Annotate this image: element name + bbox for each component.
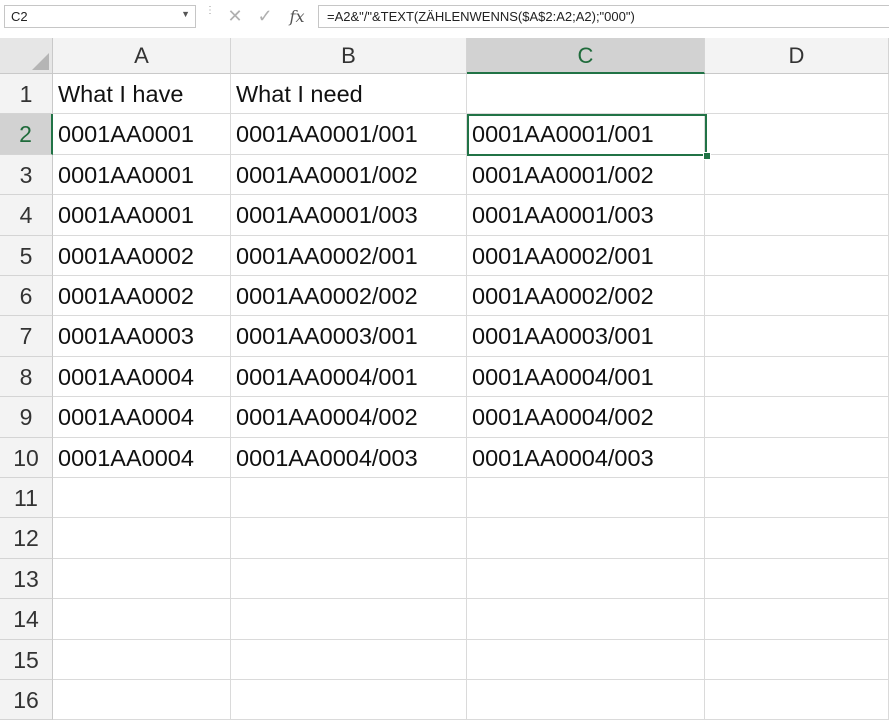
cell-c2[interactable]: 0001AA0001/001 <box>467 114 705 155</box>
cell-c10[interactable]: 0001AA0004/003 <box>467 437 705 478</box>
cell-a15[interactable] <box>53 639 231 680</box>
cell-c6[interactable]: 0001AA0002/002 <box>467 276 705 317</box>
close-icon[interactable]: ✕ <box>224 5 246 28</box>
cell-b2[interactable]: 0001AA0001/001 <box>231 114 467 155</box>
cell-a6[interactable]: 0001AA0002 <box>53 276 231 317</box>
cell-c3[interactable]: 0001AA0001/002 <box>467 154 705 196</box>
row-header-10[interactable]: 10 <box>0 437 53 478</box>
cell-a12[interactable] <box>53 518 231 559</box>
cell-d13[interactable] <box>705 558 889 600</box>
row-header-1[interactable]: 1 <box>0 74 53 115</box>
cell-a5[interactable]: 0001AA0002 <box>53 235 231 276</box>
cell-a13[interactable] <box>53 558 231 600</box>
cell-a9[interactable]: 0001AA0004 <box>53 397 231 438</box>
row-header-6[interactable]: 6 <box>0 276 53 317</box>
row-header-13[interactable]: 13 <box>0 558 53 600</box>
cell-d5[interactable] <box>705 235 889 276</box>
cell-c5[interactable]: 0001AA0002/001 <box>467 235 705 276</box>
cell-d7[interactable] <box>705 316 889 357</box>
cell-d2[interactable] <box>705 114 889 155</box>
cell-c16[interactable] <box>467 680 705 721</box>
cell-b12[interactable] <box>231 518 467 559</box>
cell-d12[interactable] <box>705 518 889 559</box>
cell-c15[interactable] <box>467 639 705 680</box>
cell-b16[interactable] <box>231 680 467 721</box>
cell-b6[interactable]: 0001AA0002/002 <box>231 276 467 317</box>
cell-d9[interactable] <box>705 397 889 438</box>
cell-b4[interactable]: 0001AA0001/003 <box>231 195 467 236</box>
column-header-b[interactable]: B <box>231 38 467 74</box>
formula-bar-buttons: ✕ ✓ fx <box>220 5 314 28</box>
row-header-16[interactable]: 16 <box>0 680 53 721</box>
cell-b7[interactable]: 0001AA0003/001 <box>231 316 467 357</box>
cell-b8[interactable]: 0001AA0004/001 <box>231 356 467 398</box>
fx-icon[interactable]: fx <box>286 5 308 28</box>
cell-b13[interactable] <box>231 558 467 600</box>
cell-d6[interactable] <box>705 276 889 317</box>
cell-a14[interactable] <box>53 599 231 640</box>
cell-c4[interactable]: 0001AA0001/003 <box>467 195 705 236</box>
row-header-3[interactable]: 3 <box>0 154 53 196</box>
cell-a16[interactable] <box>53 680 231 721</box>
row-header-9[interactable]: 9 <box>0 397 53 438</box>
row-header-5[interactable]: 5 <box>0 235 53 276</box>
cell-d4[interactable] <box>705 195 889 236</box>
name-box-value: C2 <box>11 9 28 24</box>
cell-d14[interactable] <box>705 599 889 640</box>
cell-b15[interactable] <box>231 639 467 680</box>
column-header-a[interactable]: A <box>53 38 231 74</box>
cell-b10[interactable]: 0001AA0004/003 <box>231 437 467 478</box>
cell-c11[interactable] <box>467 478 705 519</box>
cell-d10[interactable] <box>705 437 889 478</box>
cell-d11[interactable] <box>705 478 889 519</box>
cell-a11[interactable] <box>53 478 231 519</box>
cell-b11[interactable] <box>231 478 467 519</box>
row-header-11[interactable]: 11 <box>0 478 53 519</box>
row-header-12[interactable]: 12 <box>0 518 53 559</box>
cell-d16[interactable] <box>705 680 889 721</box>
formula-input[interactable]: =A2&"/"&TEXT(ZÄHLENWENNS($A$2:A2;A2);"00… <box>318 5 889 28</box>
cell-c14[interactable] <box>467 599 705 640</box>
cell-c9[interactable]: 0001AA0004/002 <box>467 397 705 438</box>
cell-b3[interactable]: 0001AA0001/002 <box>231 154 467 196</box>
cell-d1[interactable] <box>705 74 889 115</box>
cell-a4[interactable]: 0001AA0001 <box>53 195 231 236</box>
column-header-c[interactable]: C <box>467 38 705 74</box>
cell-d15[interactable] <box>705 639 889 680</box>
check-icon[interactable]: ✓ <box>254 5 276 28</box>
spreadsheet-grid: ABCD 1 What I have What I need 2 0001AA0001 0… <box>0 38 889 727</box>
cell-b9[interactable]: 0001AA0004/002 <box>231 397 467 438</box>
formula-bar-grip-icon[interactable]: ⋮ <box>205 6 215 26</box>
cell-a10[interactable]: 0001AA0004 <box>53 437 231 478</box>
fill-handle[interactable] <box>703 152 711 160</box>
cell-c7[interactable]: 0001AA0003/001 <box>467 316 705 357</box>
cell-d3[interactable] <box>705 154 889 196</box>
cell-b14[interactable] <box>231 599 467 640</box>
name-box[interactable]: C2 ▼ <box>4 5 196 28</box>
row-header-7[interactable]: 7 <box>0 316 53 357</box>
cell-d8[interactable] <box>705 356 889 398</box>
cell-a8[interactable]: 0001AA0004 <box>53 356 231 398</box>
column-header-d[interactable]: D <box>705 38 889 74</box>
row-header-4[interactable]: 4 <box>0 195 53 236</box>
row-header-2[interactable]: 2 <box>0 114 53 155</box>
row-header-15[interactable]: 15 <box>0 639 53 680</box>
cell-a1[interactable]: What I have <box>53 74 231 115</box>
cell-c12[interactable] <box>467 518 705 559</box>
cell-b5[interactable]: 0001AA0002/001 <box>231 235 467 276</box>
cell-c1[interactable] <box>467 74 705 115</box>
row-header-14[interactable]: 14 <box>0 599 53 640</box>
formula-bar: C2 ▼ ⋮ ✕ ✓ fx =A2&"/"&TEXT(ZÄHLENWENNS($… <box>0 0 889 39</box>
cell-a7[interactable]: 0001AA0003 <box>53 316 231 357</box>
cell-c13[interactable] <box>467 558 705 600</box>
select-all-button[interactable] <box>0 38 53 74</box>
cell-b1[interactable]: What I need <box>231 74 467 115</box>
chevron-down-icon[interactable]: ▼ <box>181 9 190 19</box>
cell-a2[interactable]: 0001AA0001 <box>53 114 231 155</box>
cell-a3[interactable]: 0001AA0001 <box>53 154 231 196</box>
formula-text: =A2&"/"&TEXT(ZÄHLENWENNS($A$2:A2;A2);"00… <box>327 9 635 24</box>
row-header-8[interactable]: 8 <box>0 356 53 398</box>
cell-c8[interactable]: 0001AA0004/001 <box>467 356 705 398</box>
